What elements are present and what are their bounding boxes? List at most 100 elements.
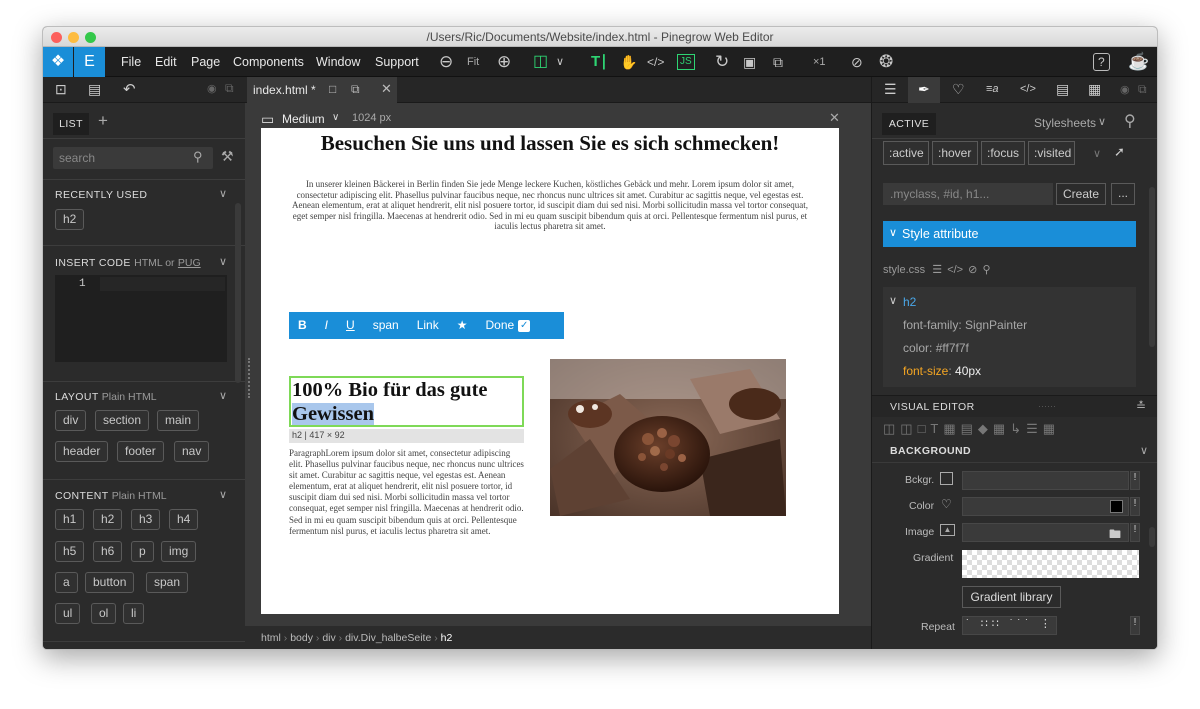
menu-support[interactable]: Support bbox=[375, 55, 419, 69]
repeat-options[interactable]: ˙ ∷∷ ˙˙˙ ⋮ bbox=[962, 616, 1057, 635]
content-a-button[interactable]: a bbox=[55, 572, 78, 593]
drag-handle-icon[interactable]: ⋯⋯ bbox=[1038, 401, 1056, 412]
properties-icon[interactable]: ☰ bbox=[884, 81, 897, 98]
image-field[interactable]: 🖿 bbox=[962, 523, 1129, 542]
content-h1-button[interactable]: h1 bbox=[55, 509, 85, 530]
visual-editor-sections[interactable]: ◫◫□T▦▤◆▦↳☰▦ bbox=[883, 421, 1153, 439]
code-view-icon[interactable]: </> bbox=[1020, 83, 1036, 95]
pinegrow-logo-icon[interactable]: ❖ bbox=[43, 47, 73, 77]
device-icon[interactable]: ▭ bbox=[261, 111, 274, 128]
tab-index-html[interactable]: index.html * □ ⧉ ✕ bbox=[247, 77, 397, 103]
zoom-in-icon[interactable]: ⊕ bbox=[497, 52, 511, 72]
coffee-icon[interactable]: ☕ bbox=[1128, 52, 1149, 72]
device-size-select[interactable]: Medium bbox=[282, 112, 325, 126]
stylesheet-file[interactable]: style.css bbox=[883, 264, 925, 276]
chevron-down-icon[interactable]: ∨ bbox=[1093, 147, 1101, 160]
eye-icon[interactable]: ◉ bbox=[207, 82, 217, 95]
underline-button[interactable]: U bbox=[337, 312, 364, 339]
preview-icon[interactable]: ▣ bbox=[743, 52, 756, 72]
cupcake-image[interactable] bbox=[550, 359, 786, 516]
decl-font-size[interactable]: font-size: 40px bbox=[903, 364, 981, 378]
gradient-library-button[interactable]: Gradient library bbox=[962, 586, 1061, 608]
chevron-down-icon[interactable]: ∨ bbox=[889, 294, 897, 307]
state-hover[interactable]: :hover bbox=[932, 141, 978, 165]
search-icon[interactable]: ⚲ bbox=[1124, 111, 1136, 131]
plugin-icon[interactable]: ▦ bbox=[1088, 81, 1101, 98]
text-props-icon[interactable]: ≡a bbox=[986, 83, 999, 95]
new-window-icon[interactable]: ⧉ bbox=[773, 52, 783, 72]
collapse-icon[interactable]: ∨ bbox=[219, 255, 227, 268]
search-input[interactable]: search ⚲ bbox=[53, 147, 213, 169]
image-important-toggle[interactable]: ! bbox=[1130, 523, 1140, 542]
collapse-icon[interactable]: ∨ bbox=[219, 389, 227, 402]
chevron-down-icon[interactable]: ∨ bbox=[332, 112, 339, 123]
pin-icon[interactable]: ➚ bbox=[1114, 144, 1125, 160]
fit-button[interactable]: Fit bbox=[467, 52, 479, 72]
content-h2-button[interactable]: h2 bbox=[93, 509, 123, 530]
list-tab[interactable]: LIST bbox=[53, 113, 89, 135]
menu-page[interactable]: Page bbox=[191, 55, 220, 69]
resize-handle[interactable] bbox=[248, 358, 250, 398]
settings-wheel-icon[interactable]: ❂ bbox=[879, 52, 893, 72]
add-tab-icon[interactable]: + bbox=[98, 111, 108, 131]
style-scrollbar[interactable] bbox=[1149, 187, 1155, 347]
style-brush-icon[interactable]: ✒ bbox=[918, 81, 930, 98]
breadcrumb-div[interactable]: div bbox=[322, 632, 335, 644]
layout-footer-button[interactable]: footer bbox=[117, 441, 164, 462]
done-check-icon[interactable]: ✓ bbox=[518, 319, 531, 332]
pug-link[interactable]: PUG bbox=[178, 257, 201, 269]
content-li-button[interactable]: li bbox=[123, 603, 145, 624]
decl-color[interactable]: color: #ff7f7f bbox=[903, 341, 969, 355]
menu-file[interactable]: File bbox=[121, 55, 141, 69]
image-icon[interactable]: ▲ bbox=[940, 524, 955, 536]
hide-icon[interactable]: ⊘ bbox=[968, 264, 977, 276]
code-editor[interactable]: 1 bbox=[55, 275, 227, 362]
collapse-all-icon[interactable]: ≛ bbox=[1136, 399, 1146, 413]
zoom-out-icon[interactable]: ⊖ bbox=[439, 52, 453, 72]
breadcrumb-html[interactable]: html bbox=[261, 632, 281, 644]
text-edit-icon[interactable]: T∣ bbox=[591, 52, 608, 72]
eye-icon[interactable]: ◉ bbox=[1120, 83, 1130, 96]
bckgr-field[interactable] bbox=[962, 471, 1129, 490]
star-icon[interactable]: ★ bbox=[448, 312, 477, 339]
layout-header-button[interactable]: header bbox=[55, 441, 109, 462]
selector-input[interactable]: .myclass, #id, h1... bbox=[883, 183, 1053, 205]
color-important-toggle[interactable]: ! bbox=[1130, 497, 1140, 516]
code-icon[interactable]: </> bbox=[947, 264, 963, 276]
breadcrumb-body[interactable]: body bbox=[290, 632, 313, 644]
editor-mode-icon[interactable]: E bbox=[74, 47, 105, 77]
chevron-down-icon[interactable]: ∨ bbox=[1098, 115, 1106, 128]
recent-h2-button[interactable]: h2 bbox=[55, 209, 85, 230]
menu-components[interactable]: Components bbox=[233, 55, 304, 69]
decl-font-family[interactable]: font-family: SignPainter bbox=[903, 318, 1027, 332]
menu-window[interactable]: Window bbox=[316, 55, 360, 69]
done-button[interactable]: Done bbox=[477, 312, 517, 339]
state-visited[interactable]: :visited bbox=[1028, 141, 1075, 165]
tab-frame-icon[interactable]: □ bbox=[329, 82, 336, 96]
style-attribute-row[interactable]: ∨ Style attribute bbox=[883, 221, 1136, 247]
breadcrumb-h2[interactable]: h2 bbox=[441, 632, 453, 644]
intro-paragraph[interactable]: In unserer kleinen Bäckerei in Berlin fi… bbox=[287, 179, 813, 232]
menu-edit[interactable]: Edit bbox=[155, 55, 177, 69]
selected-h2[interactable]: 100% Bio für das gute Gewissen bbox=[289, 376, 524, 427]
bold-button[interactable]: B bbox=[289, 312, 316, 339]
state-focus[interactable]: :focus bbox=[981, 141, 1025, 165]
page-heading[interactable]: Besuchen Sie uns und lassen Sie es sich … bbox=[261, 131, 839, 156]
rule-selector[interactable]: h2 bbox=[903, 295, 916, 309]
content-span-button[interactable]: span bbox=[146, 572, 189, 593]
refresh-icon[interactable]: ↻ bbox=[715, 52, 729, 72]
body-paragraph[interactable]: ParagraphLorem ipsum dolor sit amet, con… bbox=[289, 448, 525, 537]
content-ul-button[interactable]: ul bbox=[55, 603, 81, 624]
background-section-header[interactable]: BACKGROUND ∨ bbox=[872, 441, 1157, 463]
js-icon[interactable]: JS bbox=[677, 54, 695, 70]
left-scrollbar[interactable] bbox=[235, 203, 241, 383]
chevron-down-icon[interactable]: ∨ bbox=[556, 52, 564, 72]
content-ol-button[interactable]: ol bbox=[91, 603, 117, 624]
state-active[interactable]: :active bbox=[883, 141, 929, 165]
collapse-icon[interactable]: ∨ bbox=[219, 488, 227, 501]
visual-editor-scrollbar[interactable] bbox=[1149, 527, 1155, 547]
create-button[interactable]: Create bbox=[1056, 183, 1106, 205]
undo-icon[interactable]: ↶ bbox=[123, 80, 136, 98]
palette-icon[interactable]: ♡ bbox=[952, 81, 965, 98]
layout-main-button[interactable]: main bbox=[157, 410, 200, 431]
